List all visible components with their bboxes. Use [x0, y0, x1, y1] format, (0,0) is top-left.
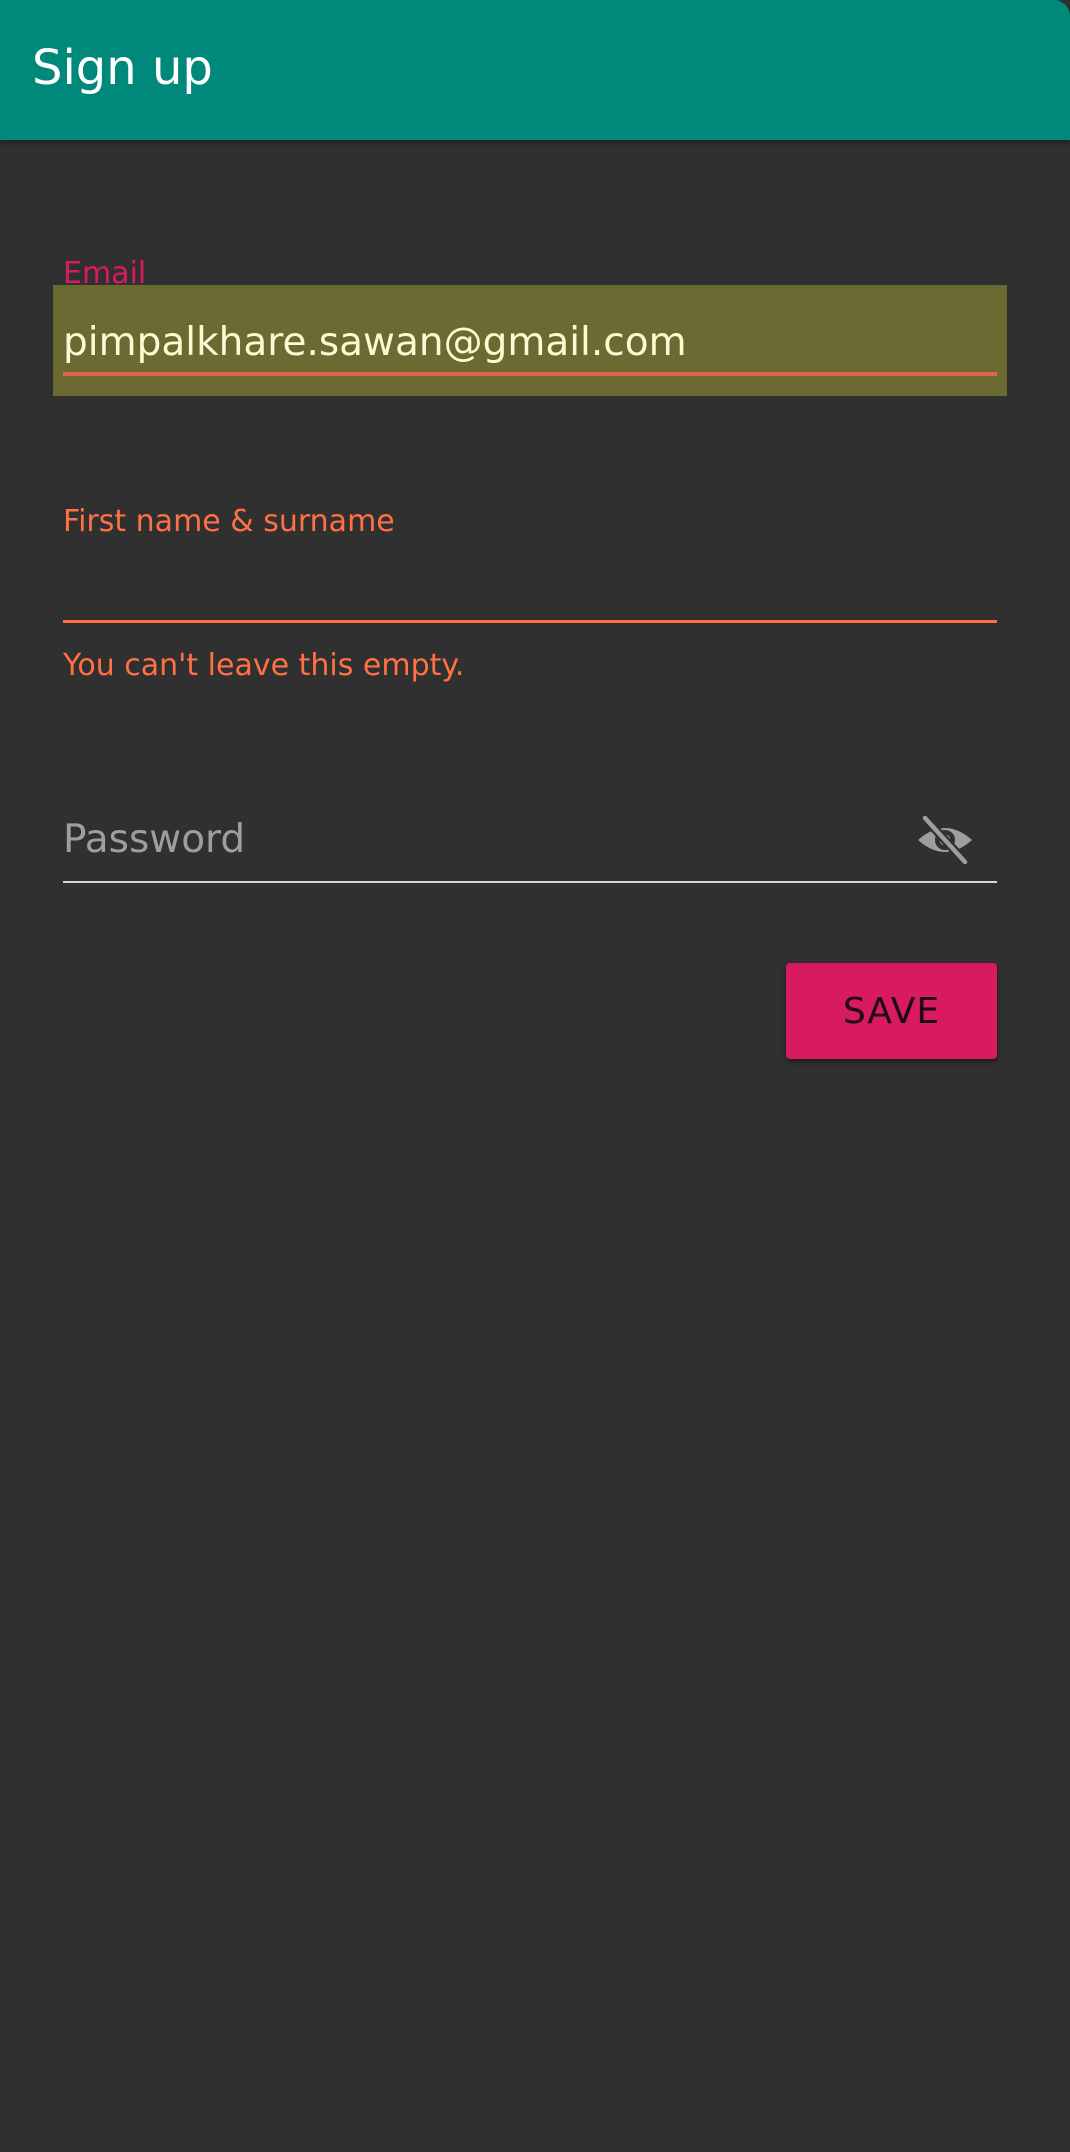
page-title: Sign up [32, 40, 213, 96]
name-underline [63, 620, 997, 623]
password-visibility-toggle[interactable] [912, 810, 978, 870]
name-error-message: You can't leave this empty. [63, 648, 465, 683]
app-bar: Sign up [0, 0, 1070, 140]
password-field[interactable] [63, 811, 903, 867]
save-button[interactable]: SAVE [786, 963, 997, 1059]
password-underline [63, 881, 997, 883]
name-label: First name & surname [63, 504, 395, 539]
email-field[interactable] [63, 314, 997, 370]
visibility-off-icon [918, 813, 972, 867]
email-underline [63, 372, 997, 376]
name-field[interactable] [63, 558, 997, 614]
